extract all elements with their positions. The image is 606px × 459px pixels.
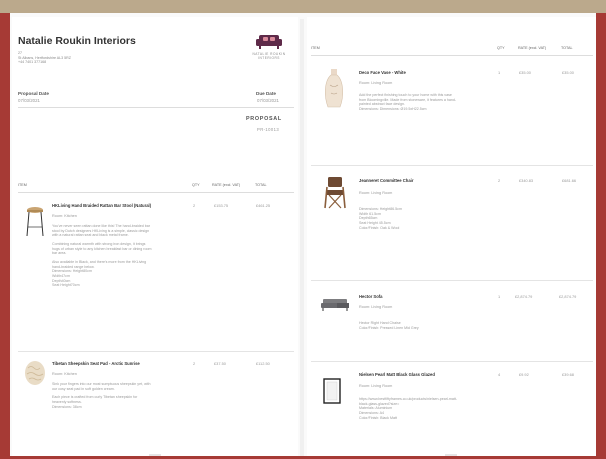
due-date-value: 07/03/2021 (257, 98, 279, 103)
col-rate-header: RATE (excl. VAT) (518, 46, 547, 50)
item-name: Hector Sofa (359, 294, 383, 299)
logo-text-line: INTERIORS (258, 56, 280, 60)
page-marker (149, 454, 161, 456)
item-room: Room: Living Room (359, 81, 393, 85)
hector-sofa-thumbnail (321, 299, 349, 311)
item-name: Deco Face Vase - White (359, 70, 406, 75)
proposal-title: PROPOSAL (246, 116, 282, 122)
col-total-header: TOTAL (561, 46, 573, 50)
item-total: £461.25 (256, 203, 271, 208)
item-rate: £340.83 (519, 178, 534, 183)
item-name: Jeanneret Committee Chair (359, 178, 414, 183)
col-rate-header: RATE (excl. VAT) (212, 183, 241, 187)
item-divider (311, 165, 593, 166)
item-qty: 2 (193, 203, 196, 208)
item-description: Sink your fingers into our most sumptuou… (52, 382, 192, 413)
item-name: HKLiving Hand Braided Rattan Bar Stool (… (52, 203, 152, 208)
item-total: £112.50 (256, 361, 270, 366)
description-paragraph: Hector Right Hand Chaise Color/Finish: P… (359, 321, 419, 330)
proposal-number: PR-10013 (257, 127, 280, 132)
item-qty: 4 (498, 372, 501, 377)
item-rate: £37.50 (214, 361, 226, 366)
description-paragraph: Dimensions: Height86.5cm Width 61.5cm De… (359, 207, 402, 230)
proposal-date-label: Proposal Date (18, 91, 49, 96)
vase-thumbnail (325, 69, 343, 108)
top-strip (0, 0, 606, 13)
description-paragraph: Combining natural warmth with strong iro… (52, 241, 152, 256)
proposal-page-1: Natalie Roukin Interiors 27 St Albans, H… (12, 17, 298, 456)
description-paragraph: Add the perfect finishing touch to your … (359, 93, 457, 112)
address-line: +44 7401 377168 (18, 60, 47, 64)
description-paragraph: You've never seen rattan done like this!… (52, 224, 150, 238)
proposal-page-2: ITEM QTY RATE (excl. VAT) TOTAL Deco Fac… (307, 17, 596, 456)
col-item-header: ITEM (18, 183, 27, 187)
company-address: 27 St Albans, Hertfordshire AL3 5RZ +44 … (18, 51, 138, 65)
col-qty-header: QTY (497, 46, 505, 50)
item-description: Dimensions: Height86.5cm Width 61.5cm De… (359, 207, 494, 234)
item-qty: 1 (498, 294, 501, 299)
sheepskin-pad-thumbnail (25, 361, 45, 385)
header-divider (18, 192, 294, 193)
item-rate: £35.00 (519, 70, 531, 75)
item-description: You've never seen rattan done like this!… (52, 224, 192, 292)
item-description: https://www.bestfiftyframes.co.uk/produc… (359, 397, 494, 424)
sofa-logo-icon (256, 35, 282, 49)
item-divider (311, 280, 593, 281)
description-paragraph: Each piece is crafted from curly Tibetan… (52, 395, 138, 409)
item-qty: 1 (498, 70, 501, 75)
page-marker (445, 454, 457, 456)
company-name: Natalie Roukin Interiors (18, 35, 136, 47)
company-logo: NATALIE ROUKIN INTERIORS (244, 33, 294, 60)
item-room: Room: Living Room (359, 305, 393, 309)
item-total: £35.00 (562, 70, 574, 75)
bar-stool-thumbnail (26, 207, 44, 237)
item-name: Nielsen Pearl Matt Black Glass Glazed (359, 372, 435, 377)
proposal-date-value: 07/03/2021 (18, 98, 40, 103)
item-rate: £153.75 (214, 203, 229, 208)
picture-frame-thumbnail (323, 378, 341, 404)
item-rate: £2,874.79 (515, 294, 533, 299)
col-item-header: ITEM (311, 46, 320, 50)
description-paragraph: https://www.bestfiftyframes.co.uk/produc… (359, 397, 458, 420)
item-room: Room: Living Room (359, 191, 393, 195)
due-date-label: Due Date (256, 91, 276, 96)
item-divider (18, 351, 294, 352)
committee-chair-thumbnail (324, 177, 346, 209)
item-name: Tibetan Sheepskin Seat Pad - Arctic Sunr… (52, 361, 140, 366)
col-total-header: TOTAL (255, 183, 267, 187)
divider (18, 107, 294, 108)
item-total: £681.66 (562, 178, 577, 183)
item-room: Room: Kitchen (52, 372, 77, 376)
item-room: Room: Kitchen (52, 214, 77, 218)
document-viewer[interactable]: Natalie Roukin Interiors 27 St Albans, H… (10, 13, 596, 456)
page-gap (300, 19, 304, 456)
item-total: £39.68 (562, 372, 574, 377)
item-divider (311, 361, 593, 362)
item-description: Hector Right Hand Chaise Color/Finish: P… (359, 321, 494, 334)
logo-text: NATALIE ROUKIN INTERIORS (244, 52, 294, 60)
item-room: Room: Living Room (359, 384, 393, 388)
description-paragraph: Also available in Black, and there's mor… (52, 259, 147, 288)
description-paragraph: Sink your fingers into our most sumptuou… (52, 382, 151, 391)
col-qty-header: QTY (192, 183, 200, 187)
item-description: Add the perfect finishing touch to your … (359, 93, 494, 116)
item-qty: 2 (498, 178, 501, 183)
item-total: £2,874.79 (559, 294, 577, 299)
item-qty: 2 (193, 361, 196, 366)
item-rate: £9.92 (519, 372, 529, 377)
header-divider (311, 55, 593, 56)
